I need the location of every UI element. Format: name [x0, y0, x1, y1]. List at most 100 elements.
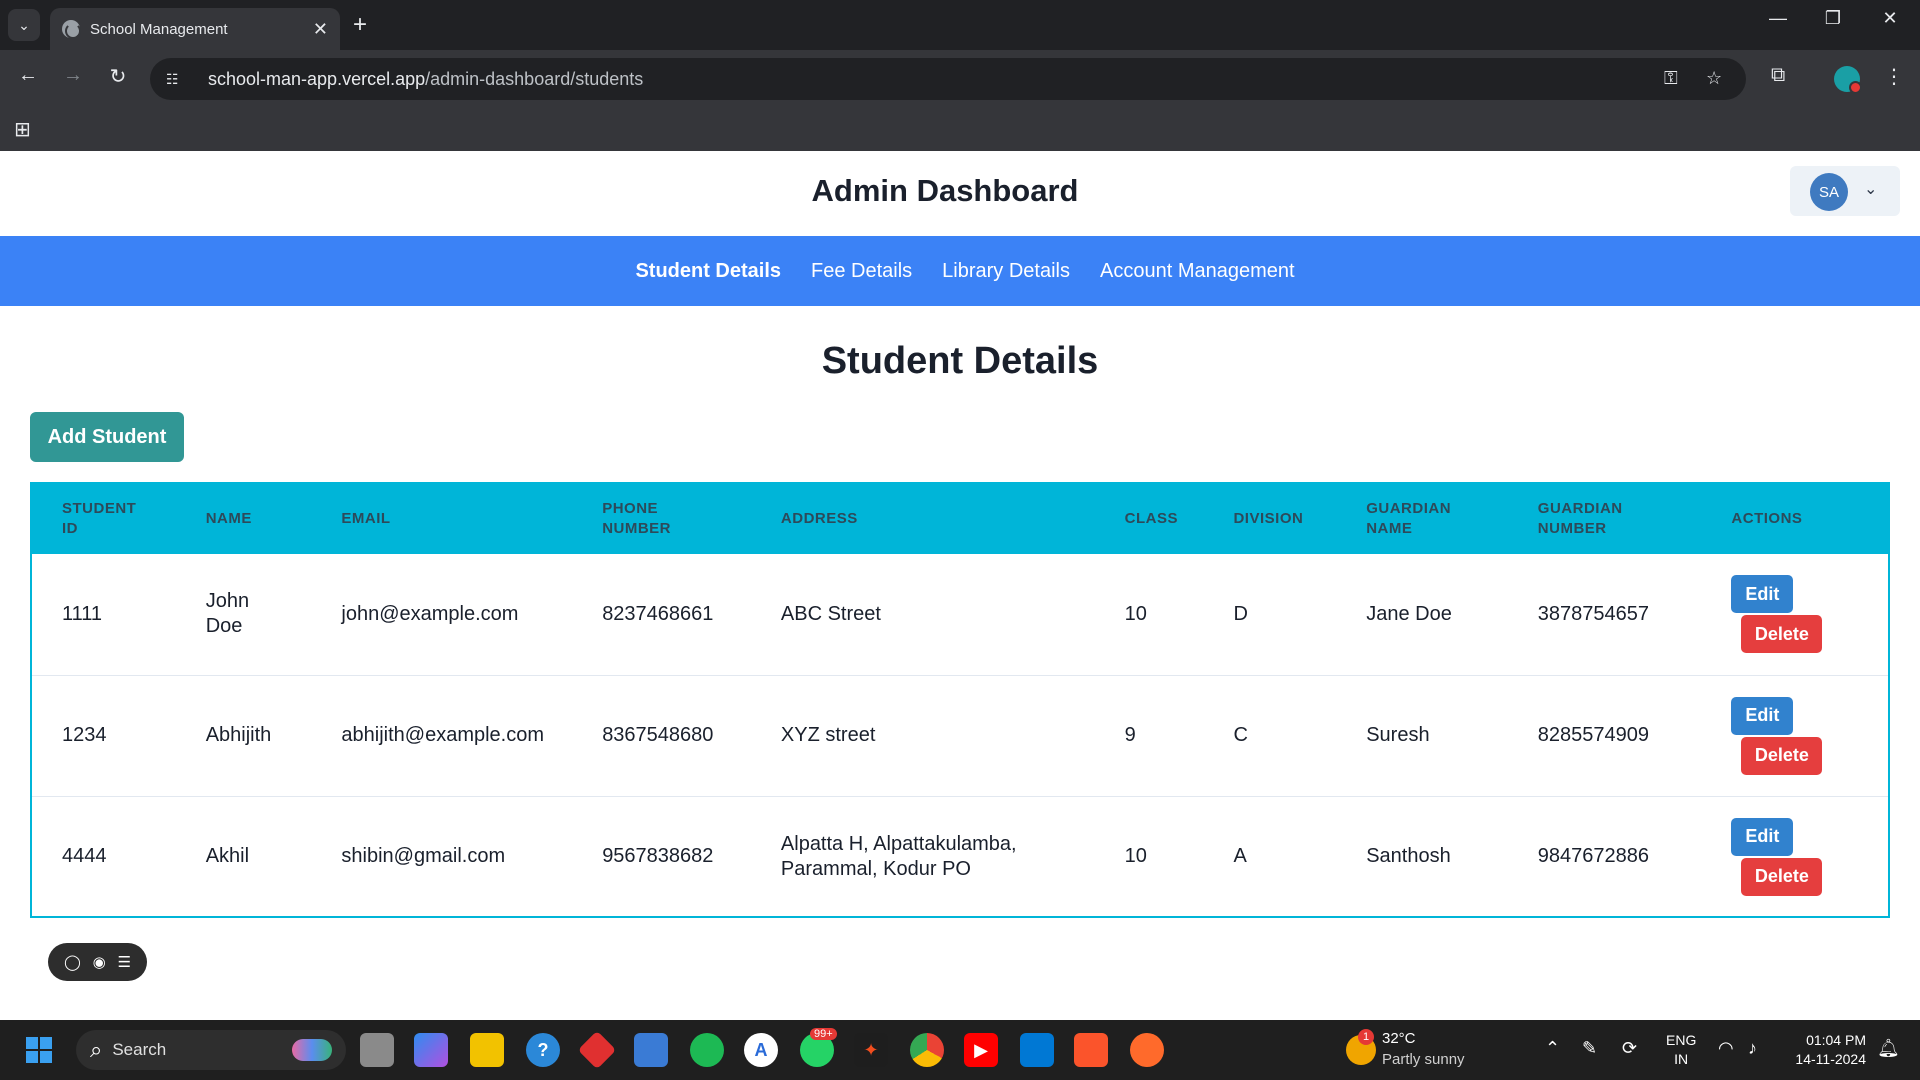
tab-search-chevron-icon[interactable]: ⌄ — [8, 9, 40, 41]
cell-guardian-name: Santhosh — [1366, 845, 1451, 868]
eye-icon[interactable]: ◉ — [93, 953, 106, 971]
close-window-icon[interactable]: ✕ — [1870, 8, 1910, 29]
cell-name: John Doe — [205, 590, 250, 638]
back-arrow-icon[interactable]: ← — [13, 64, 43, 87]
edit-button[interactable]: Edit — [1731, 817, 1794, 856]
show-hidden-icons-chevron-icon[interactable]: ⌃ — [1545, 1038, 1560, 1059]
spotify-icon[interactable] — [690, 1033, 724, 1067]
file-explorer-icon[interactable] — [470, 1033, 504, 1067]
delete-button[interactable]: Delete — [1741, 736, 1823, 775]
bookmarks-bar — [0, 108, 1920, 151]
microsoft-store-icon[interactable] — [634, 1033, 668, 1067]
cell-division: C — [1233, 724, 1248, 746]
cell-student-id: 4444 — [62, 845, 107, 868]
browser-tab-strip: ⌄ School Management ✕ + — ❐ ✕ — [0, 0, 1920, 50]
url-text: school-man-app.vercel.app/admin-dashboar… — [208, 68, 644, 89]
cell-email: abhijith@example.com — [341, 724, 545, 746]
menu-lines-icon[interactable]: ☰ — [118, 953, 131, 971]
cell-phone: 8367548680 — [602, 724, 714, 746]
cell-actions: Edit Delete — [1701, 554, 1888, 675]
bookmark-star-icon[interactable]: ☆ — [1706, 68, 1722, 89]
cell-address: XYZ street — [780, 724, 876, 746]
table-header-row: STUDENT ID NAME EMAIL PHONE NUMBER ADDRESS… — [32, 484, 1888, 554]
app-title: Admin Dashboard — [811, 173, 1079, 208]
forward-arrow-icon[interactable]: → — [58, 64, 88, 87]
tab-close-icon[interactable]: ✕ — [313, 19, 328, 40]
page-title: Student Details — [821, 340, 1099, 382]
figma-icon[interactable]: ✦ — [854, 1033, 888, 1067]
pen-menu-icon[interactable]: ✎ — [1582, 1038, 1597, 1059]
weather-temperature[interactable]: 32°C — [1382, 1030, 1416, 1047]
edit-button[interactable]: Edit — [1731, 575, 1794, 614]
search-icon: ⌕ — [90, 1037, 103, 1062]
notification-bell-icon[interactable]: 🔔︎ — [1877, 1038, 1900, 1059]
app-store-icon[interactable]: A — [744, 1033, 778, 1067]
header-address: ADDRESS — [780, 510, 858, 527]
tab-favicon-icon — [62, 20, 81, 39]
cell-class: 10 — [1124, 602, 1147, 625]
table-row: 4444 Akhil shibin@gmail.com 9567838682 A… — [32, 796, 1888, 917]
chrome-icon[interactable] — [910, 1033, 944, 1067]
youtube-icon[interactable]: ▶ — [964, 1033, 998, 1067]
header-actions: ACTIONS — [1731, 510, 1803, 527]
floating-toolbar[interactable]: ◯ ◉ ☰ — [48, 943, 147, 981]
profile-avatar-icon[interactable] — [1834, 66, 1862, 94]
restore-icon[interactable]: ❐ — [1813, 8, 1853, 29]
copilot-icon[interactable] — [414, 1033, 448, 1067]
get-help-icon[interactable]: ? — [526, 1033, 560, 1067]
cell-student-id: 1234 — [62, 724, 107, 746]
cell-actions: Edit Delete — [1701, 796, 1888, 917]
cell-division: A — [1233, 845, 1247, 868]
cell-address: ABC Street — [780, 602, 881, 625]
user-menu-button[interactable]: SA ⌄ — [1790, 166, 1900, 216]
add-student-button[interactable]: Add Student — [30, 412, 184, 462]
edit-button[interactable]: Edit — [1731, 696, 1794, 735]
delete-button[interactable]: Delete — [1741, 857, 1823, 896]
chrome-menu-icon[interactable]: ⋮ — [1884, 64, 1904, 89]
header-phone-number: PHONE NUMBER — [602, 500, 672, 537]
nav-account-management[interactable]: Account Management — [1100, 260, 1295, 283]
vscode-icon[interactable] — [1020, 1033, 1054, 1067]
cell-email: shibin@gmail.com — [341, 845, 506, 868]
cell-class: 9 — [1124, 724, 1136, 746]
main-navigation: Student Details Fee Details Library Deta… — [0, 236, 1920, 306]
brave-icon[interactable] — [1074, 1033, 1108, 1067]
delete-button[interactable]: Delete — [1741, 615, 1823, 654]
task-view-icon[interactable] — [360, 1033, 394, 1067]
password-key-icon[interactable]: ⚿ — [1664, 68, 1678, 89]
cell-guardian-number: 8285574909 — [1537, 724, 1650, 746]
reload-icon[interactable]: ↻ — [103, 64, 133, 89]
nav-fee-details[interactable]: Fee Details — [811, 260, 912, 283]
cell-guardian-name: Jane Doe — [1366, 602, 1452, 625]
wifi-icon[interactable]: ◠ — [1718, 1038, 1734, 1059]
postman-icon[interactable] — [1130, 1033, 1164, 1067]
header-name: NAME — [205, 510, 252, 527]
header-division: DIVISION — [1233, 510, 1304, 527]
apps-grid-icon[interactable]: ⊞ — [14, 117, 31, 142]
avatar: SA — [1810, 173, 1848, 211]
tab-title: School Management — [90, 20, 228, 38]
sync-icon[interactable]: ⟳ — [1622, 1038, 1637, 1059]
new-tab-plus-icon[interactable]: + — [353, 10, 367, 40]
input-language[interactable]: ENG IN — [1666, 1031, 1696, 1069]
cell-guardian-name: Suresh — [1366, 724, 1430, 746]
comment-icon[interactable]: ◯ — [64, 953, 81, 971]
browser-tab[interactable]: School Management ✕ — [50, 8, 340, 50]
chevron-down-icon: ⌄ — [1864, 181, 1878, 198]
weather-description[interactable]: Partly sunny — [1382, 1051, 1465, 1068]
cell-guardian-number: 3878754657 — [1537, 602, 1650, 625]
minimize-icon[interactable]: — — [1758, 8, 1798, 29]
header-guardian-number: GUARDIAN NUMBER — [1537, 500, 1623, 537]
cell-name: Abhijith — [205, 724, 272, 746]
windows-start-icon[interactable] — [26, 1037, 52, 1063]
taskbar-search[interactable]: ⌕ Search — [76, 1030, 346, 1070]
extensions-puzzle-icon[interactable]: ⧉ — [1771, 64, 1785, 87]
volume-icon[interactable]: ♪ — [1748, 1038, 1757, 1059]
address-bar[interactable]: ☷ school-man-app.vercel.app/admin-dashbo… — [150, 58, 1746, 100]
cell-class: 10 — [1124, 845, 1147, 868]
site-info-icon[interactable]: ☷ — [166, 71, 194, 88]
whatsapp-badge: 99+ — [810, 1028, 837, 1040]
nav-student-details[interactable]: Student Details — [635, 260, 781, 283]
nav-library-details[interactable]: Library Details — [942, 260, 1070, 283]
system-clock[interactable]: 01:04 PM 14-11-2024 — [1782, 1031, 1866, 1069]
